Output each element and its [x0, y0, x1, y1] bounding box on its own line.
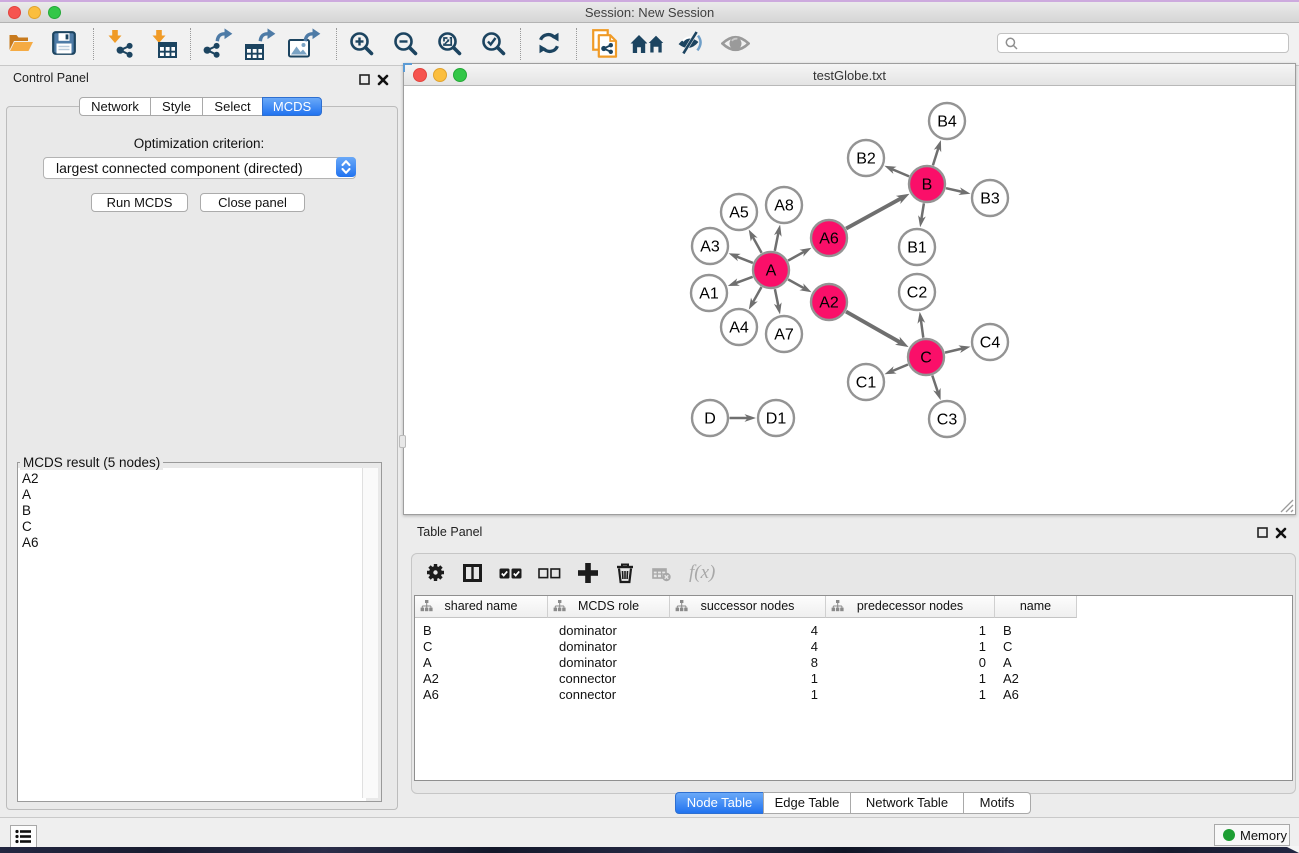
svg-text:A7: A7: [774, 327, 794, 344]
svg-text:B4: B4: [937, 114, 957, 131]
svg-text:A: A: [766, 263, 777, 280]
svg-text:C3: C3: [937, 412, 958, 429]
svg-text:D1: D1: [766, 411, 787, 428]
svg-text:A6: A6: [819, 231, 839, 248]
svg-text:C2: C2: [907, 285, 928, 302]
svg-text:A4: A4: [729, 320, 749, 337]
svg-text:B: B: [922, 177, 933, 194]
svg-text:D: D: [704, 411, 716, 428]
svg-text:B3: B3: [980, 191, 1000, 208]
svg-text:A2: A2: [819, 295, 839, 312]
svg-text:A8: A8: [774, 198, 794, 215]
svg-text:C4: C4: [980, 335, 1001, 352]
svg-text:A5: A5: [729, 205, 749, 222]
svg-text:C1: C1: [856, 375, 877, 392]
svg-text:B1: B1: [907, 240, 927, 257]
svg-text:A3: A3: [700, 239, 720, 256]
svg-text:B2: B2: [856, 151, 876, 168]
svg-text:C: C: [920, 350, 932, 367]
svg-text:A1: A1: [699, 286, 719, 303]
